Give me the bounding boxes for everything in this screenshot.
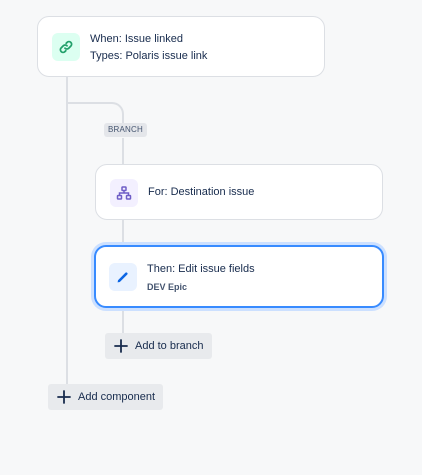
trigger-title: When: Issue linked [90, 33, 183, 45]
branch-badge: BRANCH [104, 123, 147, 137]
trigger-icon-box [52, 33, 80, 61]
branch-condition-card[interactable]: For: Destination issue [95, 164, 383, 220]
plus-icon [56, 389, 72, 405]
action-title: Then: Edit issue fields [147, 263, 255, 275]
pencil-icon [117, 272, 128, 283]
add-component-label: Add component [78, 391, 156, 403]
branch-connector-line-2 [122, 220, 124, 246]
link-icon [59, 40, 73, 54]
add-to-branch-label: Add to branch [135, 340, 204, 352]
condition-icon-box [110, 179, 138, 207]
branch-action-card[interactable]: Then: Edit issue fields DEV Epic [94, 245, 384, 308]
trigger-card[interactable]: When: Issue linked Types: Polaris issue … [37, 16, 325, 77]
add-component-button[interactable]: Add component [48, 384, 164, 410]
action-subtitle: DEV Epic [147, 282, 188, 292]
hierarchy-icon [116, 186, 132, 200]
condition-title: For: Destination issue [148, 186, 255, 198]
plus-icon [113, 338, 129, 354]
add-to-branch-button[interactable]: Add to branch [105, 333, 212, 359]
action-icon-box [109, 263, 137, 291]
branch-connector-line-1 [122, 138, 124, 164]
branch-connector-line-3 [122, 308, 124, 334]
trigger-subtitle: Types: Polaris issue link [90, 50, 208, 62]
